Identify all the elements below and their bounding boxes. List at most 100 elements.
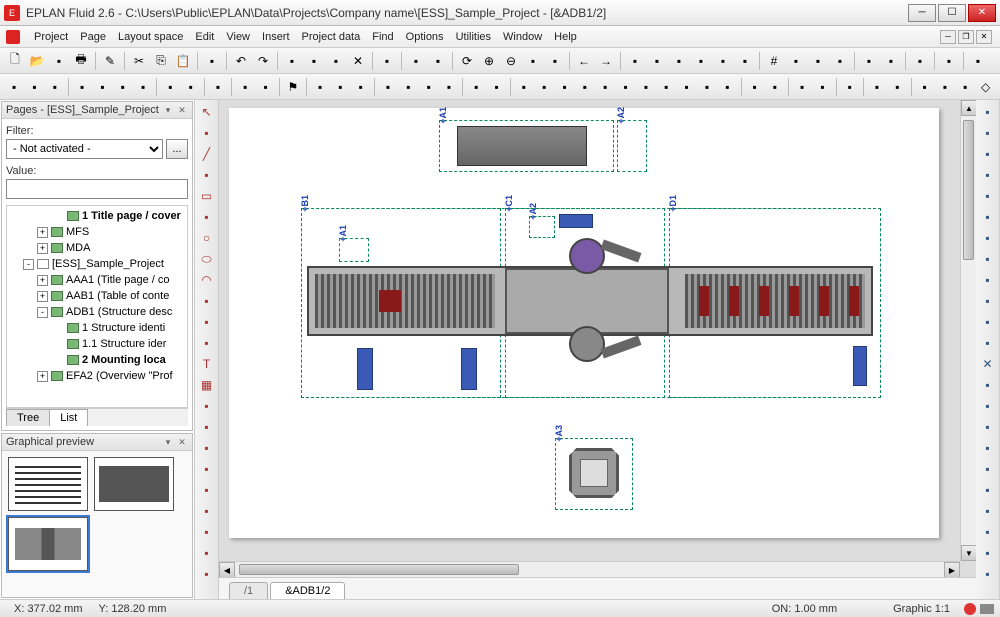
menu-project-data[interactable]: Project data: [296, 29, 367, 45]
mdi-close-button[interactable]: ✕: [976, 30, 992, 44]
node-icon[interactable]: ▪: [978, 459, 998, 479]
red1-icon[interactable]: ▪: [915, 77, 933, 97]
cursor-icon[interactable]: ↖: [197, 102, 217, 122]
scroll-down-button[interactable]: ▼: [961, 545, 976, 561]
arrow3-icon[interactable]: ▪: [197, 564, 217, 584]
menu-window[interactable]: Window: [497, 29, 548, 45]
comp7-icon[interactable]: ▪: [637, 77, 655, 97]
conveyor-right-fins[interactable]: [685, 274, 865, 328]
poly-cursor-icon[interactable]: ▪: [197, 123, 217, 143]
text-icon[interactable]: T: [197, 354, 217, 374]
rect-round-icon[interactable]: ▪: [197, 207, 217, 227]
print-icon[interactable]: 🖶: [71, 51, 91, 71]
redo-icon[interactable]: ↷: [253, 51, 273, 71]
tab-tree[interactable]: Tree: [6, 409, 50, 426]
grid3-icon[interactable]: ▪: [669, 51, 689, 71]
layout4-icon[interactable]: ▪: [440, 77, 458, 97]
menu-insert[interactable]: Insert: [256, 29, 296, 45]
conveyor-left-fins[interactable]: [315, 274, 495, 328]
midpoint-icon[interactable]: ▪: [830, 51, 850, 71]
menu-help[interactable]: Help: [548, 29, 583, 45]
preview-thumb-2[interactable]: [94, 457, 174, 511]
menu-project[interactable]: Project: [28, 29, 74, 45]
tab-list[interactable]: List: [49, 409, 88, 426]
mdi-restore-button[interactable]: ❐: [958, 30, 974, 44]
scroll-up-button[interactable]: ▲: [961, 100, 976, 116]
break-r-icon[interactable]: ▪: [978, 501, 998, 521]
arrow2-icon[interactable]: ▪: [197, 543, 217, 563]
port-u-icon[interactable]: ▪: [978, 144, 998, 164]
tree-btn-icon[interactable]: ▪: [939, 51, 959, 71]
page-tab-2[interactable]: &ADB1/2: [270, 582, 345, 599]
window-icon[interactable]: ▪: [406, 51, 426, 71]
preview-panel-close-button[interactable]: ✕: [176, 436, 188, 448]
port-d-icon[interactable]: ▪: [978, 165, 998, 185]
layout2-icon[interactable]: ▪: [399, 77, 417, 97]
curve-icon[interactable]: ▪: [197, 312, 217, 332]
tree-node[interactable]: 1 Title page / cover: [9, 208, 185, 224]
jump-d-icon[interactable]: ▪: [978, 438, 998, 458]
dim-h-icon[interactable]: ▪: [197, 396, 217, 416]
project-tree[interactable]: 1 Title page / cover+MFS+MDA-[ESS]_Sampl…: [6, 205, 188, 408]
pages-panel-dropdown-button[interactable]: ▾: [162, 104, 174, 116]
layer2-icon[interactable]: ▪: [881, 51, 901, 71]
corner-tl-icon[interactable]: ▪: [978, 186, 998, 206]
red-indicator-r3[interactable]: [759, 286, 769, 316]
comp9-icon[interactable]: ▪: [677, 77, 695, 97]
actuator-blue-2[interactable]: [461, 348, 477, 390]
zoom-in-icon[interactable]: ⊕: [479, 51, 499, 71]
grid-b-icon[interactable]: ▪: [487, 77, 505, 97]
diamond-icon[interactable]: ◇: [976, 77, 994, 97]
copy-icon[interactable]: ⎘: [151, 51, 171, 71]
break-l-icon[interactable]: ▪: [978, 480, 998, 500]
layer1-icon[interactable]: ▪: [859, 51, 879, 71]
ortho-icon[interactable]: ▪: [786, 51, 806, 71]
refresh-icon[interactable]: ⟳: [457, 51, 477, 71]
device-top-enclosure[interactable]: [457, 126, 587, 166]
center-module[interactable]: [505, 268, 669, 334]
doc2-icon[interactable]: ▪: [331, 77, 349, 97]
view3d-icon[interactable]: ▪: [910, 51, 930, 71]
filter-browse-button[interactable]: ...: [166, 139, 188, 159]
actuator-blue-1[interactable]: [357, 348, 373, 390]
menu-layout-space[interactable]: Layout space: [112, 29, 189, 45]
menu-utilities[interactable]: Utilities: [450, 29, 497, 45]
grid6-icon[interactable]: ▪: [735, 51, 755, 71]
polyline-icon[interactable]: ▪: [197, 165, 217, 185]
dim-ang-icon[interactable]: ▪: [197, 438, 217, 458]
scroll-left-button[interactable]: ◀: [219, 562, 235, 577]
circle-icon[interactable]: ○: [197, 228, 217, 248]
cross-icon[interactable]: ✕: [348, 51, 368, 71]
align1-icon[interactable]: ▪: [793, 77, 811, 97]
tree-node[interactable]: +AAA1 (Title page / co: [9, 272, 185, 288]
maximize-icon[interactable]: ▪: [377, 51, 397, 71]
tree-node[interactable]: 1 Structure identi: [9, 320, 185, 336]
paste-icon[interactable]: 📋: [173, 51, 193, 71]
tag-icon[interactable]: ▪: [304, 51, 324, 71]
tree-node[interactable]: -[ESS]_Sample_Project: [9, 256, 185, 272]
corner-tr-icon[interactable]: ▪: [978, 207, 998, 227]
filter-select[interactable]: - Not activated -: [6, 139, 163, 159]
clamp-top[interactable]: [569, 238, 605, 274]
conn2-icon[interactable]: ▪: [888, 77, 906, 97]
pages-panel-close-button[interactable]: ✕: [176, 104, 188, 116]
port-l-icon[interactable]: ▪: [978, 102, 998, 122]
close-button[interactable]: ✕: [968, 4, 996, 22]
red3-icon[interactable]: ▪: [956, 77, 974, 97]
tree-node[interactable]: -ADB1 (Structure desc: [9, 304, 185, 320]
red-indicator-left[interactable]: [379, 290, 401, 312]
b-icon[interactable]: ▪: [93, 77, 111, 97]
red-indicator-r5[interactable]: [819, 286, 829, 316]
dim-v-icon[interactable]: ▪: [197, 417, 217, 437]
color2-icon[interactable]: ▪: [766, 77, 784, 97]
mdi-minimize-button[interactable]: ─: [940, 30, 956, 44]
menu-edit[interactable]: Edit: [189, 29, 220, 45]
menu-find[interactable]: Find: [366, 29, 399, 45]
wand-icon[interactable]: ✎: [100, 51, 120, 71]
comp1-icon[interactable]: ▪: [515, 77, 533, 97]
canvas-scrollbar-horizontal[interactable]: ◀ ▶: [219, 561, 960, 577]
doc1-icon[interactable]: ▪: [311, 77, 329, 97]
canvas-viewport[interactable]: +A1 +A2 +B1 +A1 +C1: [219, 100, 976, 577]
bus-h-icon[interactable]: ▪: [978, 522, 998, 542]
new-icon[interactable]: 🗋: [5, 51, 25, 71]
